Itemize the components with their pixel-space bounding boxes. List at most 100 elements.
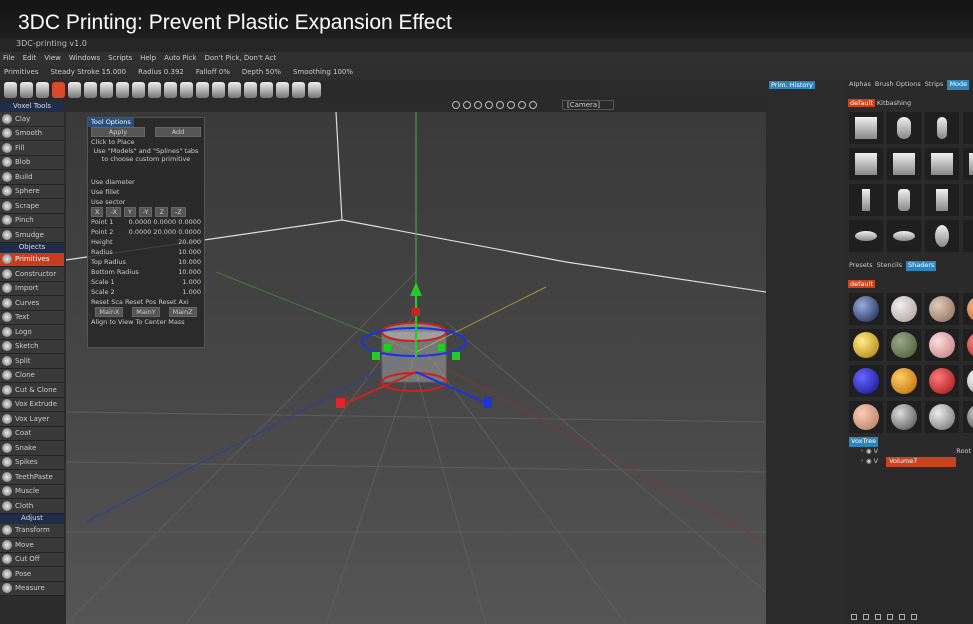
tab-presets[interactable]: Presets — [849, 261, 873, 271]
axis-z-button[interactable]: Z — [155, 207, 168, 217]
tool-curves[interactable]: Curves — [0, 296, 64, 311]
view-icon[interactable] — [452, 101, 460, 109]
model-thumb[interactable] — [925, 184, 959, 216]
shading-icon[interactable] — [463, 101, 471, 109]
reset-buttons[interactable]: Reset Sca Reset Pos Reset Axi — [88, 297, 204, 307]
model-thumb[interactable] — [963, 184, 973, 216]
pipe-primitive-icon[interactable] — [212, 82, 225, 98]
shader-thumb[interactable] — [925, 329, 959, 361]
tool-clone[interactable]: Clone — [0, 368, 64, 383]
mainy-button[interactable]: MainY — [132, 307, 160, 317]
tool-build[interactable]: Build — [0, 170, 64, 185]
model-thumb[interactable] — [849, 184, 883, 216]
point1-row[interactable]: Point 1 0.0000 0.0000 0.0000 — [88, 217, 204, 227]
cube-primitive-icon[interactable] — [20, 82, 33, 98]
x-handle[interactable] — [336, 398, 345, 408]
axis-neg-x-button[interactable]: -X — [106, 207, 121, 217]
height-field[interactable]: Height 20.000 — [88, 237, 204, 247]
steady-stroke[interactable]: Steady Stroke 15.000 — [50, 68, 126, 78]
falloff-param[interactable]: Falloff 0% — [196, 68, 230, 78]
model-thumb[interactable] — [925, 112, 959, 144]
tool-snake[interactable]: Snake — [0, 441, 64, 456]
capsule-primitive-icon[interactable] — [100, 82, 113, 98]
axis-neg-y-button[interactable]: -Y — [138, 207, 153, 217]
model-thumb[interactable] — [925, 220, 959, 252]
tool-import[interactable]: Import — [0, 281, 64, 296]
gear-primitive-icon[interactable] — [132, 82, 145, 98]
box-primitive-icon[interactable] — [244, 82, 257, 98]
tab-alphas[interactable]: Alphas — [849, 80, 871, 90]
shader-thumb[interactable] — [887, 329, 921, 361]
use-diameter-checkbox[interactable]: Use diameter — [88, 177, 204, 187]
shader-thumb[interactable] — [963, 293, 973, 325]
sphere-primitive-icon[interactable] — [4, 82, 17, 98]
depth-param[interactable]: Depth 50% — [242, 68, 281, 78]
align-buttons[interactable]: Align to View To Center Mass — [88, 317, 204, 327]
tool-cloth[interactable]: Cloth — [0, 499, 64, 514]
menu-help[interactable]: Help — [140, 54, 156, 64]
tool-fill[interactable]: Fill — [0, 141, 64, 156]
tool-vox-layer[interactable]: Vox Layer — [0, 412, 64, 427]
bolt-primitive-icon[interactable] — [164, 82, 177, 98]
smoothing-param[interactable]: Smoothing 100% — [293, 68, 353, 78]
tab-strips[interactable]: Strips — [925, 80, 944, 90]
selected-primitive-icon[interactable] — [52, 82, 65, 98]
tool-text[interactable]: Text — [0, 310, 64, 325]
axis-x-button[interactable]: X — [91, 207, 104, 217]
torus-primitive-icon[interactable] — [228, 82, 241, 98]
grid-icon[interactable] — [518, 101, 526, 109]
tool-constructor[interactable]: Constructor — [0, 267, 64, 282]
ellipse-primitive-icon[interactable] — [116, 82, 129, 98]
tube-primitive-icon[interactable] — [84, 82, 97, 98]
shader-thumb[interactable] — [849, 329, 883, 361]
model-thumb[interactable] — [887, 148, 921, 180]
shader-thumb[interactable] — [887, 365, 921, 397]
use-fillet-checkbox[interactable]: Use fillet — [88, 187, 204, 197]
menu-view[interactable]: View — [44, 54, 61, 64]
axis-neg-z-button[interactable]: -Z — [170, 207, 186, 217]
preset-kitbashing[interactable]: Kitbashing — [877, 99, 911, 107]
tool-move[interactable]: Move — [0, 538, 64, 553]
tool-spikes[interactable]: Spikes — [0, 455, 64, 470]
model-thumb[interactable] — [887, 184, 921, 216]
tab-voxtree[interactable]: VoxTree — [849, 437, 879, 447]
model-thumb[interactable] — [887, 220, 921, 252]
mode-dropdown[interactable]: Add — [155, 127, 201, 137]
voxtree-root[interactable]: ◦ ◉ V Root — [846, 447, 973, 457]
tool-coat[interactable]: Coat — [0, 426, 64, 441]
tool-primitives[interactable]: Primitives — [0, 252, 64, 267]
mainz-button[interactable]: MainZ — [168, 307, 197, 317]
shader-thumb[interactable] — [849, 401, 883, 433]
tool-clay[interactable]: Clay — [0, 112, 64, 127]
tab-models[interactable]: Mode — [947, 80, 970, 90]
radius-param[interactable]: Radius 0.392 — [138, 68, 184, 78]
model-thumb[interactable] — [849, 112, 883, 144]
spiral-primitive-icon[interactable] — [180, 82, 193, 98]
tool-pose[interactable]: Pose — [0, 567, 64, 582]
ngon-primitive-icon[interactable] — [292, 82, 305, 98]
shader-thumb[interactable] — [887, 401, 921, 433]
shader-thumb[interactable] — [925, 365, 959, 397]
shader-thumb[interactable] — [849, 365, 883, 397]
text-primitive-icon[interactable] — [148, 82, 161, 98]
move-icon[interactable] — [507, 101, 515, 109]
model-thumb[interactable] — [963, 220, 973, 252]
cylinder-primitive-icon[interactable] — [36, 82, 49, 98]
model-thumb[interactable] — [887, 112, 921, 144]
menu-windows[interactable]: Windows — [69, 54, 100, 64]
menu-dont-pick[interactable]: Don't Pick, Don't Act — [204, 54, 276, 64]
tool-measure[interactable]: Measure — [0, 581, 64, 596]
menu-scripts[interactable]: Scripts — [108, 54, 132, 64]
point2-row[interactable]: Point 2 0.0000 20.000 0.0000 — [88, 227, 204, 237]
settings-icon[interactable] — [911, 614, 917, 620]
tool-smooth[interactable]: Smooth — [0, 126, 64, 141]
merge-layer-icon[interactable] — [887, 614, 893, 620]
copy-layer-icon[interactable] — [875, 614, 881, 620]
shader-thumb[interactable] — [963, 329, 973, 361]
tool-split[interactable]: Split — [0, 354, 64, 369]
scale1-field[interactable]: Scale 1 1.000 — [88, 277, 204, 287]
tool-vox-extrude[interactable]: Vox Extrude — [0, 397, 64, 412]
scale2-field[interactable]: Scale 2 1.000 — [88, 287, 204, 297]
mainx-button[interactable]: MainX — [95, 307, 124, 317]
menu-file[interactable]: File — [3, 54, 15, 64]
